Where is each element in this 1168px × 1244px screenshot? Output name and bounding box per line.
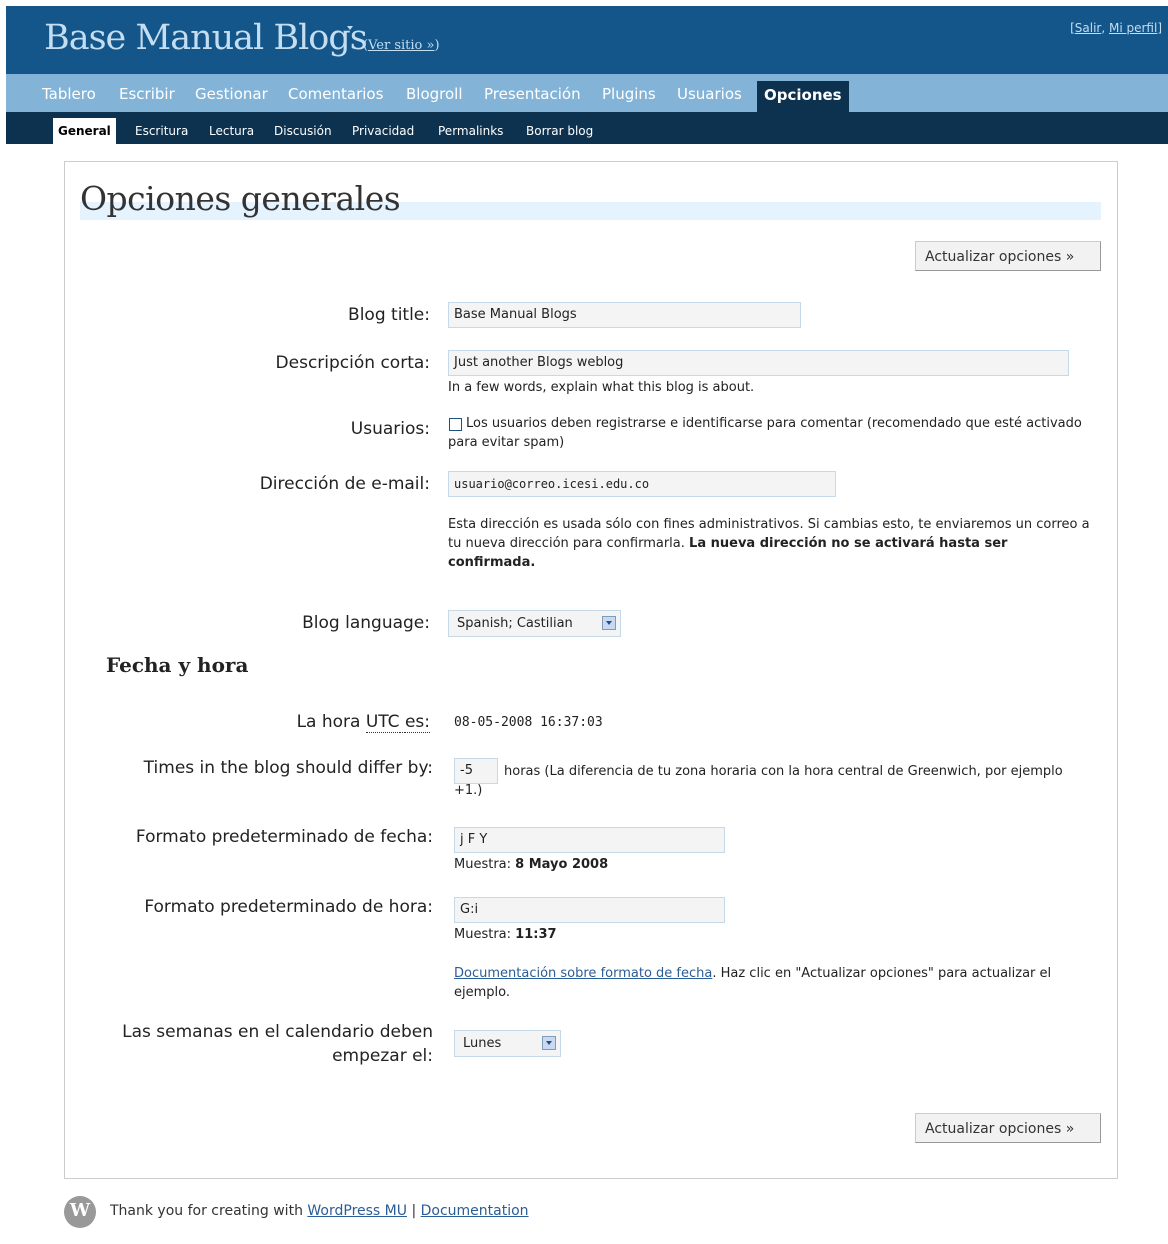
update-options-button-bottom[interactable]: Actualizar opciones » [915,1113,1101,1143]
tagline-help: In a few words, explain what this blog i… [448,380,755,395]
utc-label: La hora UTC es: [296,712,430,733]
menu-item-tablero[interactable]: Tablero [42,74,96,110]
update-options-button-top[interactable]: Actualizar opciones » [915,241,1101,271]
page-title: Opciones generales [80,179,1101,223]
submenu-item-permalinks[interactable]: Permalinks [438,112,503,144]
date-format-input[interactable]: j F Y [454,827,725,853]
admin-menu: Tablero Escribir Gestionar Comentarios B… [6,74,1168,112]
submenu-item-borrar-blog[interactable]: Borrar blog [526,112,593,144]
header: Base Manual Blogs (Ver sitio ») [Salir, … [6,6,1168,74]
chevron-down-icon [602,616,616,630]
view-site-anchor[interactable]: Ver sitio » [368,38,434,53]
menu-item-blogroll[interactable]: Blogroll [406,74,463,110]
datetime-heading: Fecha y hora [106,653,249,677]
date-doc-help: Documentación sobre formato de fecha. Ha… [454,966,1052,1000]
time-format-label: Formato predeterminado de hora: [144,897,433,917]
menu-item-presentacion[interactable]: Presentación [484,74,581,110]
menu-item-usuarios[interactable]: Usuarios [677,74,742,110]
documentation-link[interactable]: Documentation [421,1203,529,1219]
utc-value: 08-05-2008 16:37:03 [454,715,603,730]
date-doc-link[interactable]: Documentación sobre formato de fecha [454,966,712,981]
date-sample: Muestra: 8 Mayo 2008 [454,857,609,872]
blog-title-input[interactable]: Base Manual Blogs [448,302,801,328]
offset-help: horas (La diferencia de tu zona horaria … [454,764,1063,798]
offset-label: Times in the blog should differ by: [143,758,433,778]
logout-link[interactable]: Salir [1075,21,1102,35]
submenu-item-privacidad[interactable]: Privacidad [352,112,414,144]
utc-abbr: UTC [365,712,400,733]
email-label: Dirección de e-mail: [259,474,430,494]
users-checkbox-text: Los usuarios deben registrarse e identif… [448,416,1082,450]
user-links: [Salir, Mi perfil] [1070,21,1162,35]
page-title-text: Opciones generales [80,179,401,218]
menu-item-escribir[interactable]: Escribir [119,74,175,110]
submenu-item-discusion[interactable]: Discusión [274,112,332,144]
menu-item-opciones[interactable]: Opciones [757,81,849,112]
footer-text: Thank you for creating with WordPress MU… [110,1203,529,1219]
submenu-item-lectura[interactable]: Lectura [209,112,254,144]
email-help: Esta dirección es usada sólo con fines a… [448,517,1090,570]
tagline-label: Descripción corta: [275,353,430,373]
language-label: Blog language: [302,613,430,633]
sub-menu: General Escritura Lectura Discusión Priv… [6,112,1168,144]
blog-title-label: Blog title: [348,305,430,325]
submenu-item-general[interactable]: General [53,118,116,144]
menu-item-plugins[interactable]: Plugins [602,74,656,110]
wordpress-mu-link[interactable]: WordPress MU [307,1203,407,1219]
time-sample: Muestra: 11:37 [454,927,557,942]
menu-item-comentarios[interactable]: Comentarios [288,74,383,110]
wordpress-logo-icon [64,1196,96,1228]
email-input[interactable]: usuario@correo.icesi.edu.co [448,471,836,497]
content-wrap: Opciones generales Actualizar opciones »… [64,161,1118,1179]
site-title[interactable]: Base Manual Blogs [44,18,368,58]
week-start-value: Lunes [463,1036,502,1051]
menu-item-gestionar[interactable]: Gestionar [195,74,268,110]
language-select-value: Spanish; Castilian [457,616,573,631]
view-site-link[interactable]: (Ver sitio ») [363,38,440,53]
submenu-item-escritura[interactable]: Escritura [135,112,188,144]
language-select[interactable]: Spanish; Castilian [448,610,621,637]
chevron-down-icon [542,1036,556,1050]
date-format-label: Formato predeterminado de fecha: [135,827,433,847]
users-label: Usuarios: [350,419,430,439]
dropdown-arrow-icon[interactable] [347,26,353,30]
week-start-select[interactable]: Lunes [454,1030,561,1057]
profile-link[interactable]: Mi perfil [1109,21,1157,35]
tagline-input[interactable]: Just another Blogs weblog [448,350,1069,376]
week-start-label: Las semanas en el calendario deben empez… [122,1022,433,1066]
time-format-input[interactable]: G:i [454,897,725,923]
